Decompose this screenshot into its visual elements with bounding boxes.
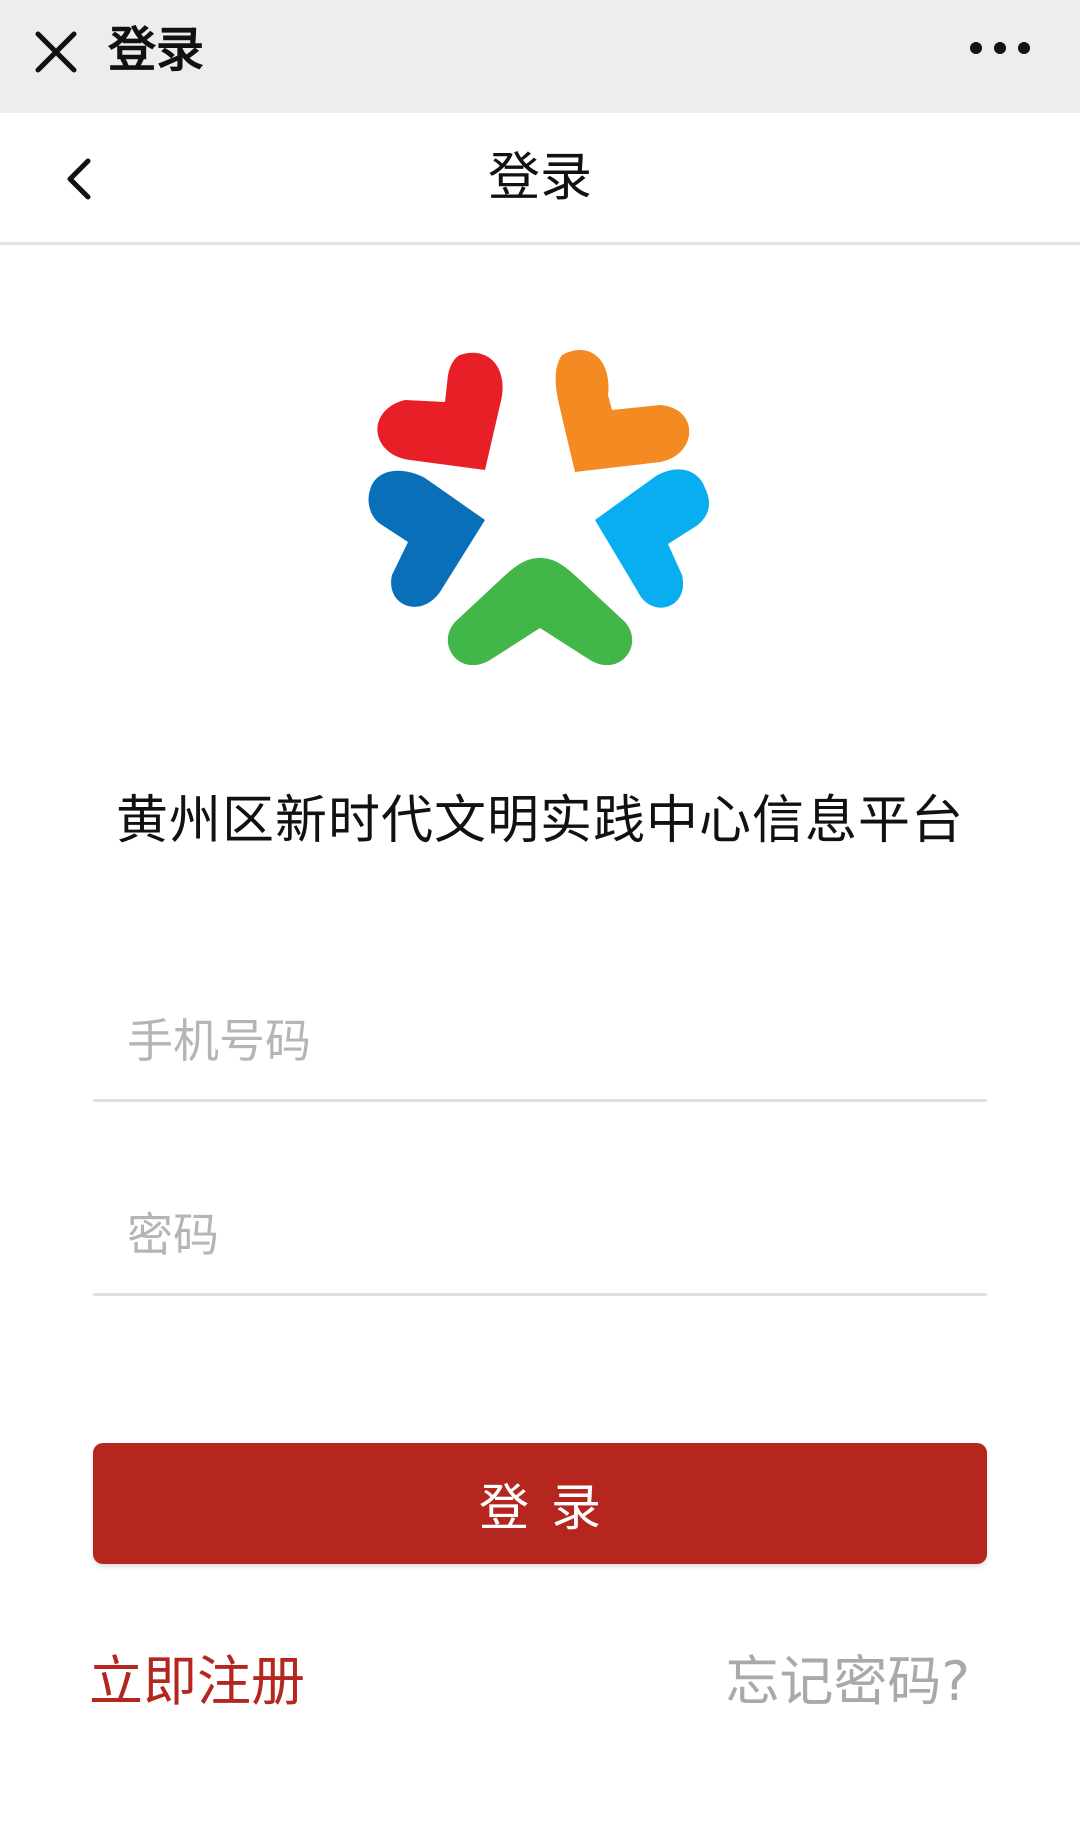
app-name: 黄州区新时代文明实践中心信息平台 xyxy=(115,791,964,851)
login-button[interactable]: 登录 xyxy=(93,1443,987,1564)
phone-input[interactable] xyxy=(127,982,967,1099)
forgot-password-link[interactable]: 忘记密码? xyxy=(725,1646,970,1718)
close-icon[interactable] xyxy=(28,24,84,80)
star-hearts-logo xyxy=(350,330,730,710)
page-header: 登录 xyxy=(0,113,1080,245)
wechat-top-bar: 登录 xyxy=(0,0,1080,113)
more-dots-icon[interactable] xyxy=(960,28,1040,68)
password-input[interactable] xyxy=(127,1176,967,1293)
register-link[interactable]: 立即注册 xyxy=(89,1646,305,1718)
phone-field-container xyxy=(93,982,987,1102)
page-title: 登录 xyxy=(487,148,592,208)
wechat-title: 登录 xyxy=(108,22,205,78)
password-field-container xyxy=(93,1176,987,1296)
